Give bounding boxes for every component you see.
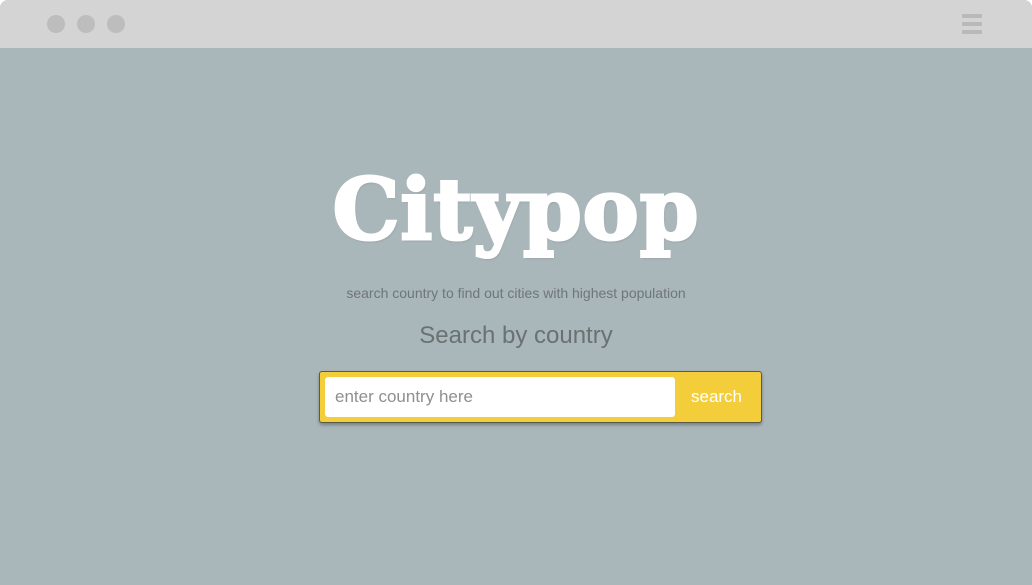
search-button[interactable]: search xyxy=(676,377,757,417)
window-maximize-dot[interactable] xyxy=(107,15,125,33)
tagline: search country to find out cities with h… xyxy=(346,285,686,301)
window-minimize-dot[interactable] xyxy=(77,15,95,33)
country-search-input[interactable] xyxy=(325,377,675,417)
window-titlebar xyxy=(0,0,1032,48)
app-logo: Citypop xyxy=(331,159,700,261)
search-form: search xyxy=(319,371,762,423)
browser-window: Citypop search country to find out citie… xyxy=(0,0,1032,585)
hamburger-menu-icon[interactable] xyxy=(962,14,982,36)
page-heading: Search by country xyxy=(419,322,613,349)
window-close-dot[interactable] xyxy=(47,15,65,33)
